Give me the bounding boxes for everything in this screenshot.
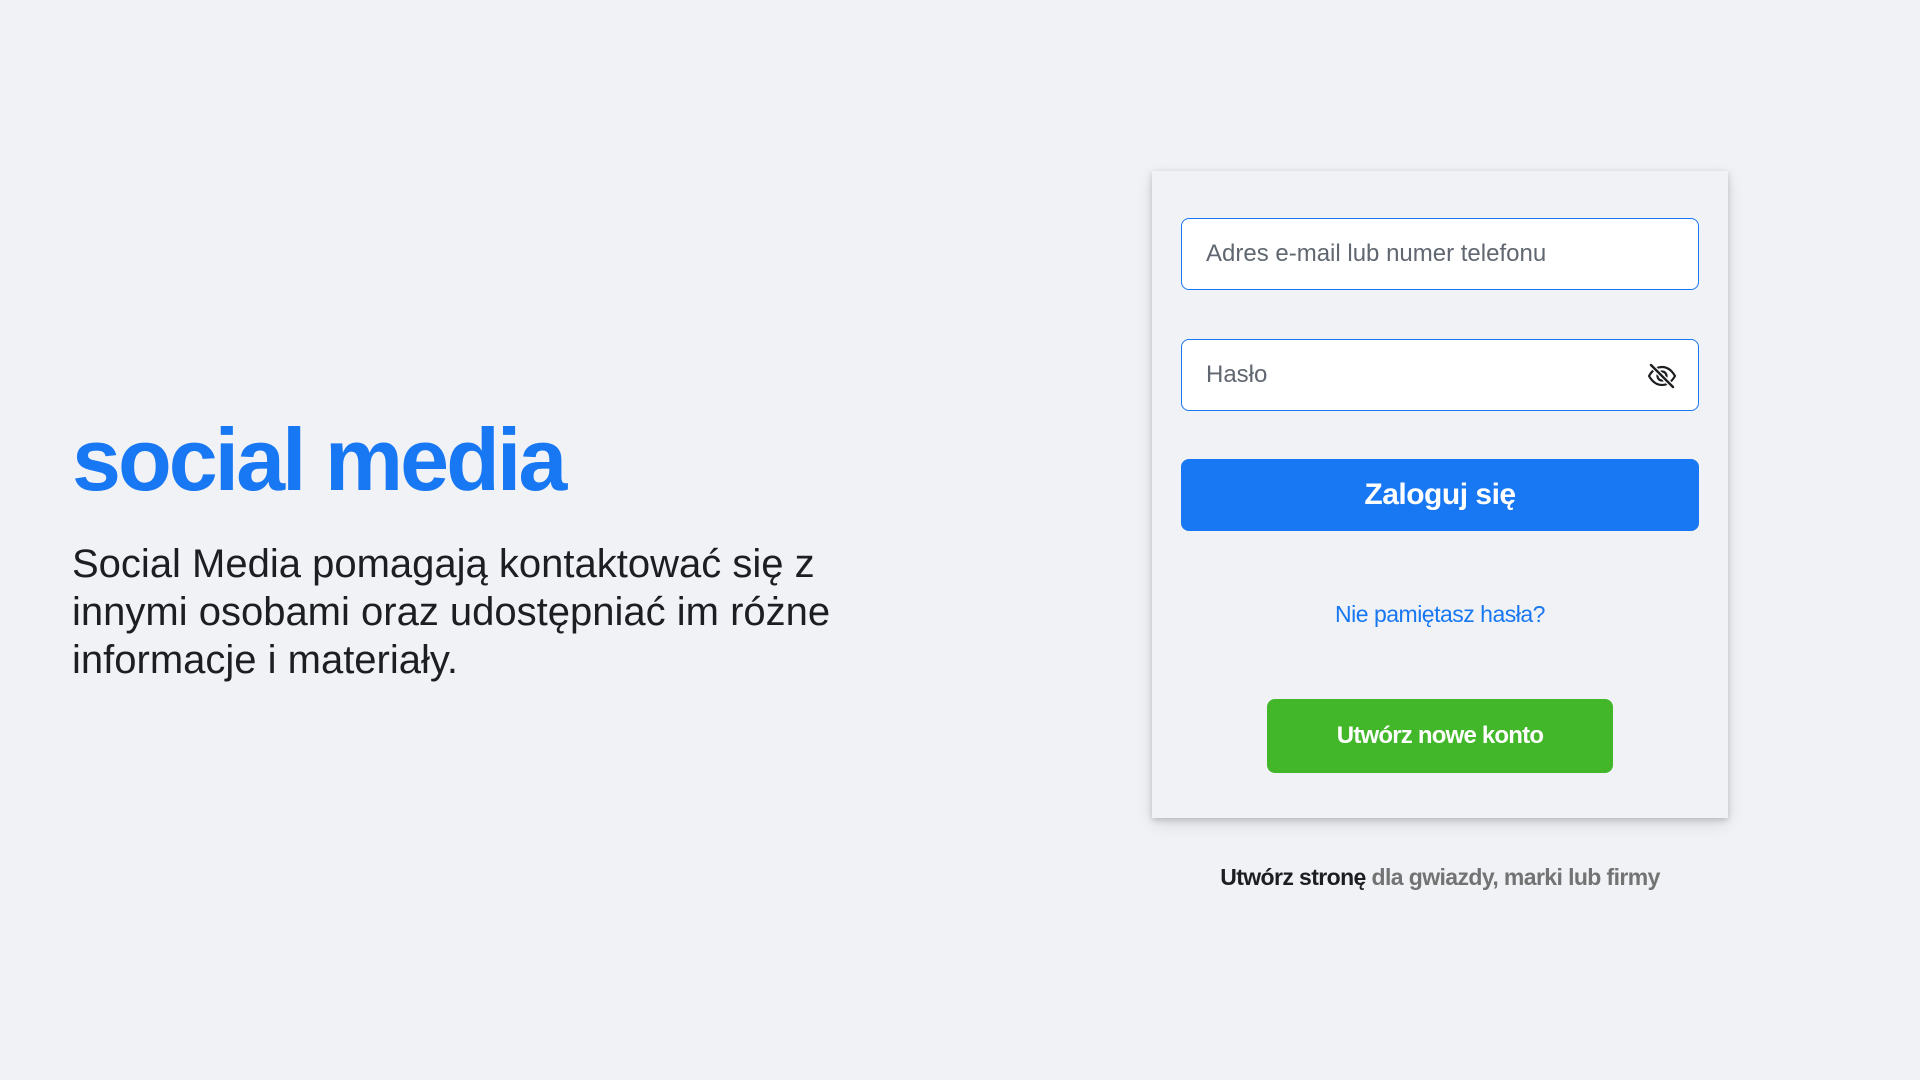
login-button[interactable]: Zaloguj się (1181, 459, 1699, 531)
login-page: social media Social Media pomagają konta… (0, 0, 1920, 1080)
password-input[interactable] (1182, 340, 1698, 410)
eye-slash-icon (1647, 363, 1677, 389)
tagline: Social Media pomagają kontaktować się z … (72, 542, 831, 682)
email-field-container (1181, 218, 1699, 290)
email-input[interactable] (1182, 219, 1698, 289)
login-card: Zaloguj się Nie pamiętasz hasła? Utwórz … (1152, 171, 1728, 818)
logo: social media (72, 410, 567, 509)
create-account-button[interactable]: Utwórz nowe konto (1267, 699, 1613, 773)
create-page-description: dla gwiazdy, marki lub firmy (1371, 864, 1661, 890)
brand-section: social media Social Media pomagają konta… (72, 412, 892, 684)
forgot-password-link[interactable]: Nie pamiętasz hasła? (1152, 601, 1728, 628)
create-page-text: Utwórz stronę dla gwiazdy, marki lub fir… (1152, 864, 1728, 891)
password-field-container (1181, 339, 1699, 411)
password-visibility-toggle[interactable] (1646, 362, 1678, 390)
create-page-link[interactable]: Utwórz stronę (1220, 864, 1366, 890)
